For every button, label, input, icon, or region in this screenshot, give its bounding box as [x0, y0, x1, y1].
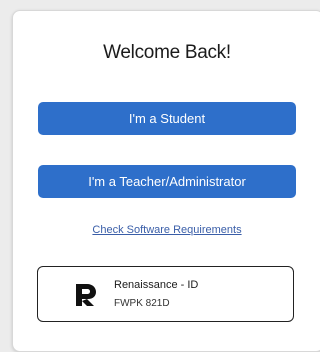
check-software-requirements-link[interactable]: Check Software Requirements — [0, 224, 320, 236]
page-title: Welcome Back! — [103, 42, 231, 63]
teacher-admin-login-button[interactable]: I'm a Teacher/Administrator — [38, 165, 296, 198]
renaissance-id-button[interactable]: Renaissance - ID FWPK 821D — [37, 266, 294, 322]
renaissance-id-code: FWPK 821D — [114, 298, 170, 309]
student-login-button[interactable]: I'm a Student — [38, 102, 296, 135]
renaissance-logo-icon — [72, 281, 100, 309]
renaissance-id-label: Renaissance - ID — [114, 279, 199, 291]
